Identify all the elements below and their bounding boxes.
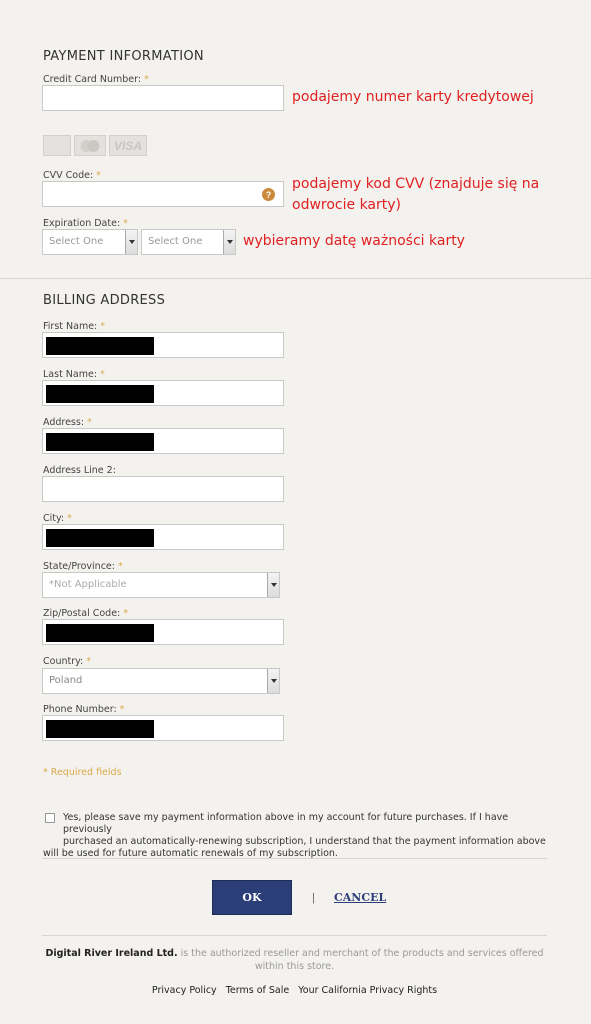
chevron-down-icon <box>223 230 235 254</box>
state-label: State/Province: * <box>43 561 123 572</box>
footer-legal: Digital River Ireland Ltd. is the author… <box>45 948 544 972</box>
first-name-label: First Name: * <box>43 321 105 332</box>
required-marker: * <box>117 561 123 572</box>
expiry-year-select[interactable]: Select One <box>141 229 236 255</box>
required-marker: * <box>100 321 105 332</box>
required-marker: * <box>87 417 92 428</box>
expiry-month-select[interactable]: Select One <box>42 229 138 255</box>
divider <box>42 858 547 859</box>
redacted-value <box>46 337 154 355</box>
country-label: Country: * <box>43 656 91 667</box>
address2-input[interactable] <box>42 476 284 502</box>
chevron-down-icon <box>125 230 137 254</box>
company-name: Digital River Ireland Ltd. <box>45 948 178 959</box>
redacted-value <box>46 720 154 738</box>
last-name-input[interactable] <box>42 380 284 406</box>
required-marker: * <box>123 608 129 619</box>
required-marker: * <box>100 369 105 380</box>
chevron-down-icon <box>267 669 279 693</box>
redacted-value <box>46 385 154 403</box>
address2-label: Address Line 2: <box>43 465 116 476</box>
save-payment-text: Yes, please save my payment information … <box>43 812 546 859</box>
footer-links: Privacy Policy Terms of Sale Your Califo… <box>42 985 547 996</box>
divider <box>42 935 547 936</box>
phone-label: Phone Number: * <box>43 704 125 715</box>
city-input[interactable] <box>42 524 284 550</box>
privacy-policy-link[interactable]: Privacy Policy <box>152 985 217 996</box>
last-name-label: Last Name: * <box>43 369 105 380</box>
phone-input[interactable] <box>42 715 284 741</box>
required-marker: * <box>86 656 91 667</box>
chevron-down-icon <box>267 573 279 597</box>
zip-label: Zip/Postal Code: * <box>43 608 129 619</box>
action-separator: | <box>312 892 315 904</box>
redacted-value <box>46 624 154 642</box>
help-icon[interactable]: ? <box>262 188 275 201</box>
card-number-input[interactable] <box>42 85 284 111</box>
cancel-link[interactable]: CANCEL <box>334 891 386 904</box>
billing-section-title: BILLING ADDRESS <box>43 293 166 308</box>
california-privacy-link[interactable]: Your California Privacy Rights <box>298 985 437 996</box>
required-marker: * <box>119 704 125 715</box>
zip-input[interactable] <box>42 619 284 645</box>
address-input[interactable] <box>42 428 284 454</box>
section-divider <box>0 278 591 279</box>
expiry-label: Expiration Date: * <box>43 218 128 229</box>
cvv-input[interactable]: ? <box>42 181 284 207</box>
first-name-input[interactable] <box>42 332 284 358</box>
required-marker: * <box>67 513 72 524</box>
city-label: City: * <box>43 513 72 524</box>
amex-logo-icon <box>43 135 71 156</box>
required-marker: * <box>144 74 149 85</box>
payment-section-title: PAYMENT INFORMATION <box>43 49 204 64</box>
redacted-value <box>46 433 154 451</box>
redacted-value <box>46 529 154 547</box>
mastercard-logo-icon <box>74 135 106 156</box>
cvv-label: CVV Code: * <box>43 170 101 181</box>
visa-logo-icon: VISA <box>109 135 147 156</box>
card-number-annotation: podajemy numer karty kredytowej <box>292 89 534 105</box>
required-marker: * <box>123 218 128 229</box>
required-fields-note: * Required fields <box>43 767 122 778</box>
address-label: Address: * <box>43 417 92 428</box>
required-marker: * <box>96 170 101 181</box>
cvv-annotation: podajemy kod CVV (znajduje się na odwroc… <box>292 176 540 213</box>
card-number-label: Credit Card Number: * <box>43 74 149 85</box>
terms-of-sale-link[interactable]: Terms of Sale <box>226 985 290 996</box>
expiry-annotation: wybieramy datę ważności karty <box>243 233 465 249</box>
country-select[interactable]: Poland <box>42 668 280 694</box>
ok-button[interactable]: OK <box>212 880 292 915</box>
state-select[interactable]: *Not Applicable <box>42 572 280 598</box>
